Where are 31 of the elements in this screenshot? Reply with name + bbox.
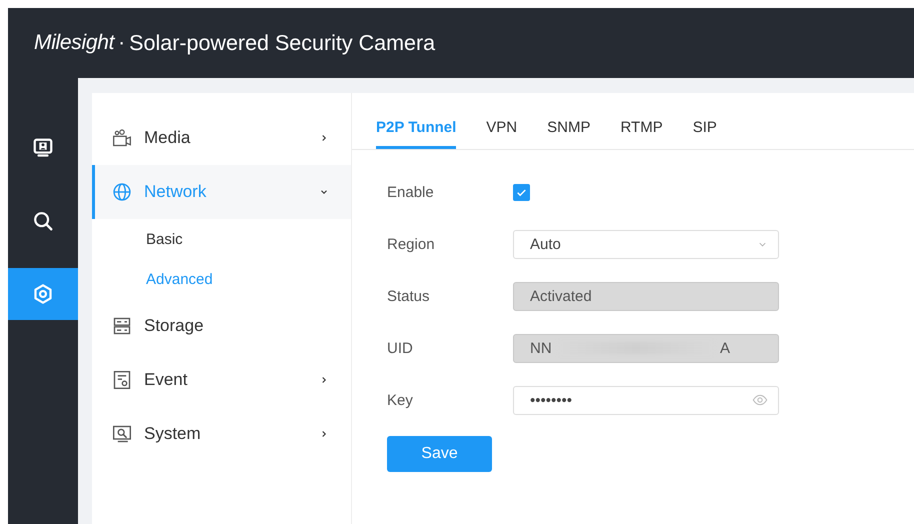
field-label: Enable [387,184,435,200]
menu-item[interactable]: Media [92,111,351,165]
menu-item[interactable]: System [92,407,351,461]
page-title: Solar-powered Security Camera [129,30,436,56]
status-field: Activated [513,282,779,310]
field-label: Status [387,288,431,304]
submenu-item[interactable]: Basic [92,219,351,259]
storage-icon [112,316,132,336]
menu-item[interactable]: Storage [92,299,351,353]
field-label: Region [387,236,436,252]
field-label: Key [387,392,414,408]
region-select[interactable]: Auto [513,230,779,258]
monitor-icon [32,137,54,159]
video-camera-icon [112,128,132,148]
brand-logo: Milesight [34,31,114,55]
eye-icon [752,392,768,408]
tab[interactable]: RTMP [620,119,663,149]
checkbox[interactable] [513,184,530,200]
menu-item[interactable]: Event [92,353,351,407]
tab[interactable]: VPN [486,119,518,149]
uid-field: NN A [513,334,779,362]
event-icon [112,370,132,390]
tab[interactable]: SIP [692,119,717,149]
search-icon [32,210,54,232]
tab[interactable]: SNMP [547,119,590,149]
key-field[interactable]: •••••••• [513,386,779,414]
globe-icon [112,182,132,202]
settings-nav-button[interactable] [8,268,78,320]
title-separator: · [118,31,126,55]
field-label: UID [387,340,414,356]
settings-icon [32,283,54,305]
